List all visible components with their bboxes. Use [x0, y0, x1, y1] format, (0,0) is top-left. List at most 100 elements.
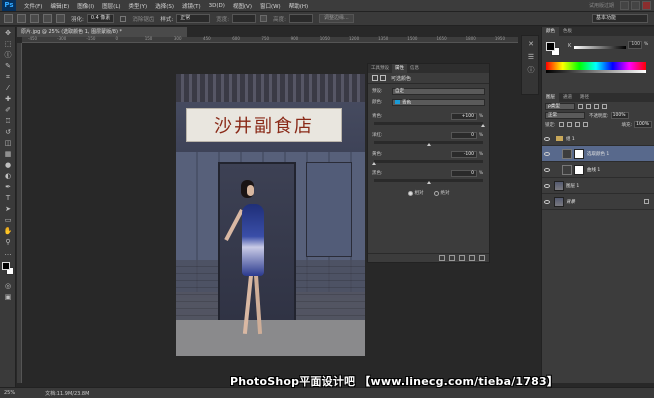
lock-image-icon[interactable] — [566, 122, 572, 127]
layer-row-background[interactable]: 背景 — [542, 194, 654, 210]
k-channel-input[interactable]: 100 — [628, 41, 642, 49]
eye-icon[interactable] — [544, 136, 550, 141]
yellow-slider[interactable] — [372, 160, 483, 165]
more-tools-icon[interactable]: … — [2, 248, 14, 258]
colors-select[interactable]: 青色 — [392, 98, 485, 106]
lock-all-icon[interactable] — [582, 122, 588, 127]
layer-mask-thumbnail[interactable] — [574, 164, 584, 175]
k-channel-slider[interactable] — [574, 46, 626, 49]
visibility-icon[interactable] — [469, 255, 475, 261]
eye-icon[interactable] — [544, 167, 550, 172]
swap-icon[interactable] — [260, 15, 268, 22]
menu-image[interactable]: 图像(I) — [73, 2, 98, 10]
delete-icon[interactable] — [479, 255, 485, 261]
clone-stamp-tool-icon[interactable]: ♖ — [2, 116, 14, 126]
antialias-checkbox[interactable] — [120, 15, 127, 22]
gray-ramp[interactable] — [546, 70, 646, 73]
pen-tool-icon[interactable]: ✒ — [2, 182, 14, 192]
yellow-slider-knob[interactable] — [372, 162, 376, 165]
zoom-level[interactable]: 25% — [4, 390, 15, 396]
cyan-slider-knob[interactable] — [481, 124, 485, 127]
new-selection-icon[interactable] — [17, 14, 26, 23]
cyan-slider[interactable] — [374, 122, 485, 127]
eye-icon[interactable] — [544, 199, 550, 204]
filter-pixel-icon[interactable] — [578, 104, 583, 109]
layer-mask-thumbnail[interactable] — [574, 148, 584, 159]
opacity-input[interactable]: 100% — [610, 112, 629, 119]
tool-presets-icon[interactable]: ✕ — [525, 39, 537, 49]
menu-type[interactable]: 类型(Y) — [125, 2, 152, 10]
refine-edge-button[interactable]: 调整边缘... — [319, 14, 354, 23]
adjustment-icon[interactable] — [372, 75, 378, 81]
tab-color[interactable]: 颜色 — [542, 27, 559, 36]
quick-select-tool-icon[interactable]: ✎ — [2, 61, 14, 71]
color-spectrum[interactable] — [546, 62, 646, 70]
tab-tool-presets[interactable]: 工具预设 — [368, 64, 392, 73]
tab-layers[interactable]: 图层 — [542, 93, 559, 102]
filter-shape-icon[interactable] — [602, 104, 607, 109]
add-selection-icon[interactable] — [30, 14, 39, 23]
magenta-slider-knob[interactable] — [426, 143, 431, 146]
path-select-tool-icon[interactable]: ➤ — [2, 204, 14, 214]
yellow-input[interactable]: -100 — [451, 150, 477, 158]
document-tab[interactable]: 原片.jpg @ 25% (选取颜色 1, 图层蒙版/8) * — [17, 27, 187, 37]
layer-row-curves[interactable]: 曲线 1 — [542, 162, 654, 178]
menu-edit[interactable]: 编辑(E) — [46, 2, 73, 10]
tab-swatches[interactable]: 色板 — [559, 27, 576, 36]
magenta-input[interactable]: 0 — [451, 131, 477, 139]
blend-mode-select[interactable]: 正常 — [545, 112, 585, 119]
feather-input[interactable]: 0.4 像素 — [86, 14, 115, 23]
preset-select[interactable]: 自定 — [392, 87, 485, 95]
minimize-button[interactable] — [620, 1, 629, 10]
marquee-tool-icon[interactable]: ⬚ — [2, 39, 14, 49]
document-photo[interactable]: 沙井副食店 — [176, 74, 365, 356]
black-slider-knob[interactable] — [426, 181, 431, 184]
menu-file[interactable]: 文件(F) — [20, 2, 46, 10]
width-input[interactable] — [232, 14, 257, 23]
foreground-color-swatch[interactable] — [2, 262, 10, 270]
healing-tool-icon[interactable]: ✚ — [2, 94, 14, 104]
menu-help[interactable]: 帮助(H) — [285, 2, 312, 10]
fill-input[interactable]: 100% — [634, 121, 652, 128]
info-icon[interactable]: ⓘ — [525, 65, 537, 75]
menu-filter[interactable]: 滤镜(T) — [178, 2, 205, 10]
menu-view[interactable]: 视图(V) — [229, 2, 256, 10]
eraser-tool-icon[interactable]: ◫ — [2, 138, 14, 148]
clip-to-layer-icon[interactable] — [439, 255, 445, 261]
tab-properties[interactable]: 属性 — [392, 64, 407, 73]
screen-mode-icon[interactable]: ▣ — [2, 292, 14, 302]
tab-channels[interactable]: 通道 — [559, 93, 576, 102]
zoom-tool-icon[interactable]: ⚲ — [2, 237, 14, 247]
filter-adjustment-icon[interactable] — [586, 104, 591, 109]
workspace-select[interactable]: 基本功能 — [592, 14, 648, 23]
cyan-input[interactable]: +100 — [451, 112, 477, 120]
type-tool-icon[interactable]: T — [2, 193, 14, 203]
magenta-slider[interactable] — [374, 141, 483, 146]
crop-tool-icon[interactable]: ⌗ — [2, 72, 14, 82]
marquee-tool-icon[interactable] — [4, 14, 13, 23]
relative-radio[interactable]: 相对 — [407, 190, 424, 196]
quick-mask-icon[interactable]: ◎ — [2, 281, 14, 291]
lock-position-icon[interactable] — [574, 122, 580, 127]
height-input[interactable] — [289, 14, 313, 23]
dodge-tool-icon[interactable]: ◐ — [2, 171, 14, 181]
move-tool-icon[interactable]: ✥ — [2, 28, 14, 38]
close-button[interactable] — [642, 1, 651, 10]
foreground-color-chip[interactable] — [546, 42, 555, 51]
subtract-selection-icon[interactable] — [43, 14, 52, 23]
black-input[interactable]: 0 — [451, 169, 477, 177]
eye-icon[interactable] — [544, 151, 550, 156]
reset-icon[interactable] — [459, 255, 465, 261]
eye-icon[interactable] — [544, 183, 550, 188]
blur-tool-icon[interactable]: ● — [2, 160, 14, 170]
menu-3d[interactable]: 3D(D) — [205, 3, 229, 9]
menu-window[interactable]: 窗口(W) — [256, 2, 285, 10]
properties-icon[interactable]: ☰ — [525, 52, 537, 62]
layer-kind-select[interactable]: ρ类型 — [545, 103, 575, 110]
style-select[interactable]: 正常 — [176, 14, 211, 23]
lasso-tool-icon[interactable]: ⓛ — [2, 50, 14, 60]
brush-tool-icon[interactable]: ✐ — [2, 105, 14, 115]
filter-type-icon[interactable] — [594, 104, 599, 109]
intersect-selection-icon[interactable] — [56, 14, 65, 23]
shape-tool-icon[interactable]: ▭ — [2, 215, 14, 225]
